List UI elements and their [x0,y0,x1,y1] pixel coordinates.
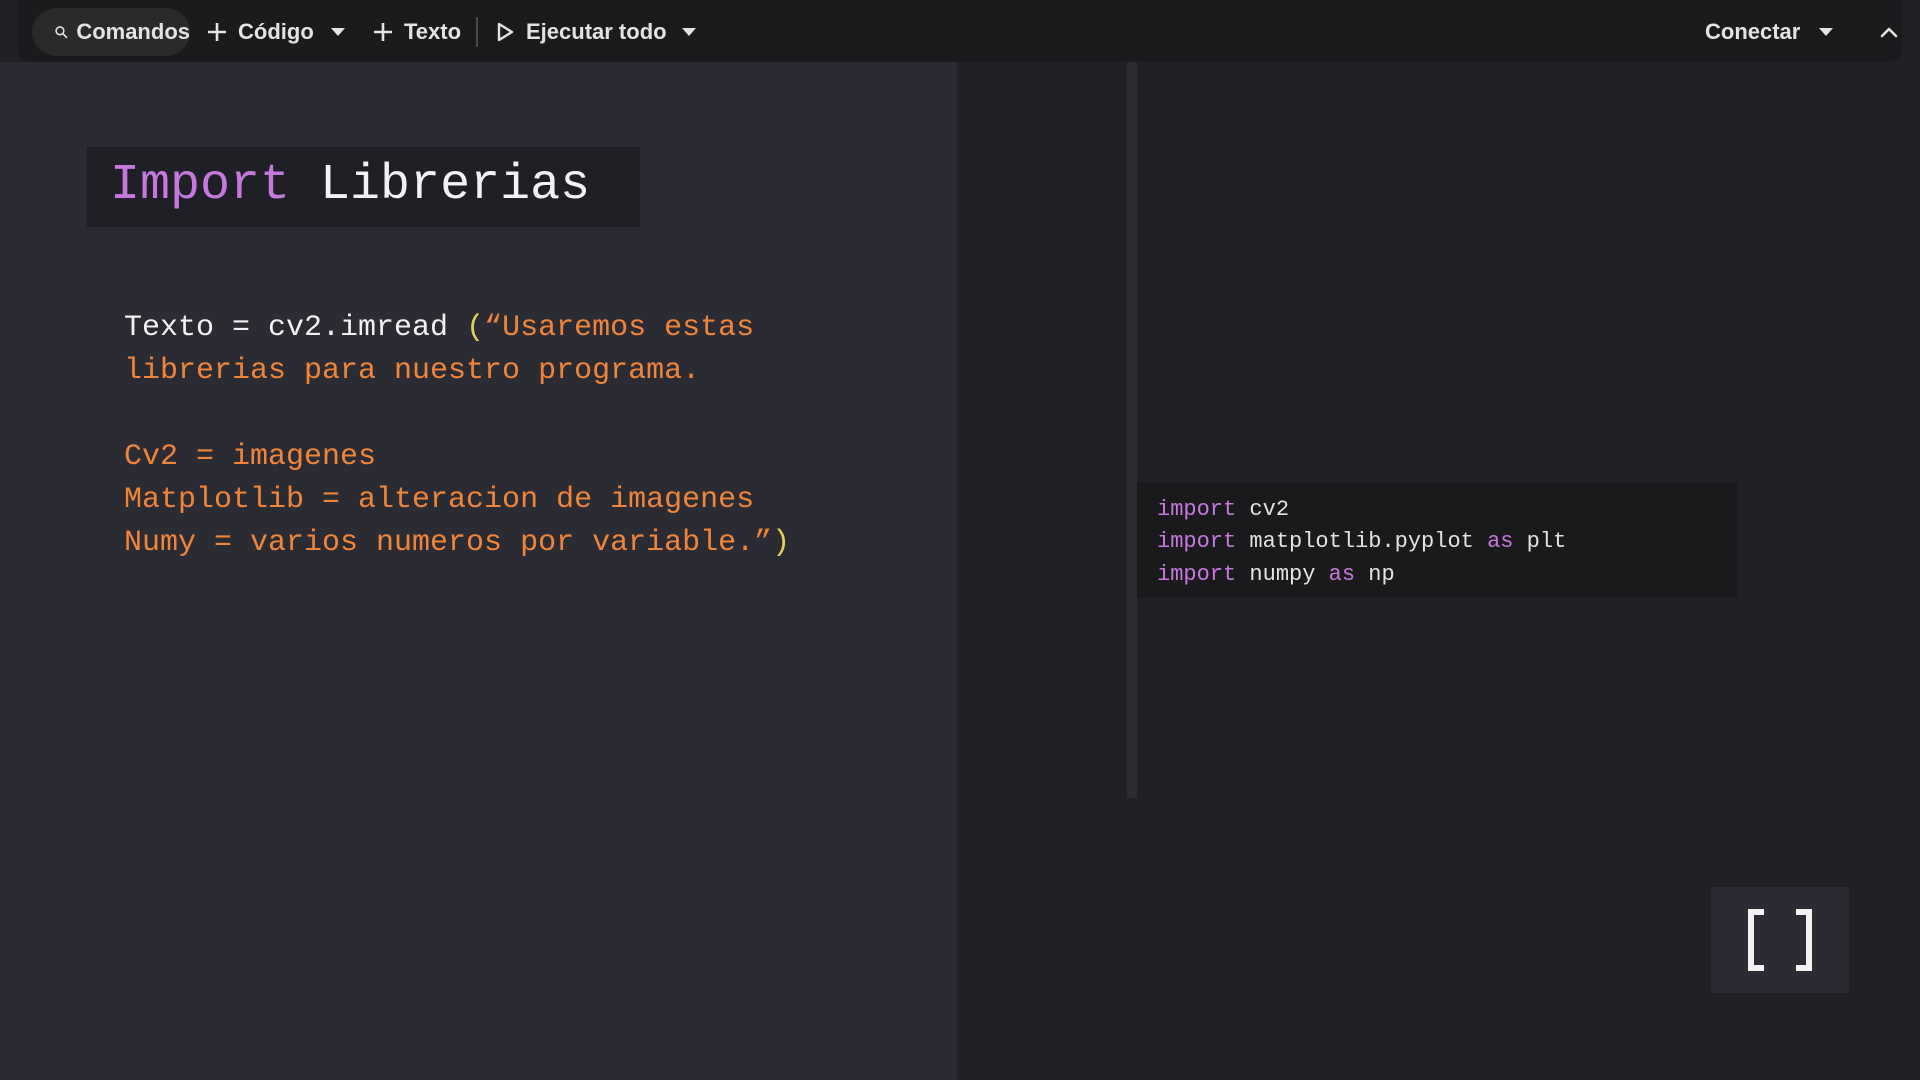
code-text: numpy [1236,562,1329,587]
brackets-icon [1748,909,1812,971]
code-line: import numpy as np [1157,560,1395,590]
run-options-dropdown[interactable] [681,8,697,56]
connect-options-dropdown[interactable] [1818,8,1834,56]
code-keyword: import [1157,497,1237,522]
line3-string: Cv2 = imagenes [124,440,377,474]
code-label: Código [238,19,314,44]
text-label: Texto [404,19,462,44]
line4-string: Matplotlib = alteracion de imagenes [124,483,755,517]
heading-keyword: Import [110,157,291,214]
code-options-dropdown[interactable] [330,8,346,56]
line5-string: Numy = varios numeros por variable.” [124,526,773,560]
code-keyword: import [1157,562,1237,587]
search-icon [55,26,68,39]
line1-assignment: Texto = cv2.imread [124,311,467,345]
play-icon [497,22,514,42]
connect-label: Conectar [1705,19,1801,44]
heading-title: Import Librerias [110,155,590,217]
panel-divider[interactable] [1127,62,1137,798]
code-text: cv2 [1236,497,1290,522]
code-keyword: as [1487,529,1514,554]
heading-rest: Librerias [320,157,591,214]
collapse-toolbar-button[interactable] [1880,8,1898,56]
code-text: plt [1513,529,1567,554]
commands-button[interactable]: Comandos [32,8,190,56]
chevron-down-icon [682,28,696,36]
run-all-button[interactable]: Ejecutar todo [496,8,667,56]
toolbar-divider [476,17,478,47]
commands-label: Comandos [76,19,190,44]
chevron-up-icon [1880,27,1898,38]
chevron-down-icon [331,28,345,36]
line1-string: “Usaremos estas [484,311,755,345]
run-cell-button[interactable] [1711,887,1849,993]
code-line: import matplotlib.pyplot as plt [1157,527,1566,557]
heading-block: Import Librerias [87,147,640,227]
add-code-button[interactable]: Código [206,8,314,56]
line1-paren: ( [466,311,485,345]
code-text: matplotlib.pyplot [1236,529,1488,554]
line2-string: librerias para nuestro programa. [124,354,701,388]
code-keyword: as [1328,562,1356,587]
chevron-down-icon [1819,28,1833,36]
plus-icon [208,23,226,41]
code-text: np [1355,562,1395,587]
plus-icon [374,23,392,41]
line5-paren: ) [772,526,791,560]
code-cell[interactable]: import cv2 import matplotlib.pyplot as p… [1137,482,1737,598]
connect-button[interactable]: Conectar [1705,8,1800,56]
add-text-button[interactable]: Texto [372,8,461,56]
toolbar: Comandos Código Texto Ejecutar todo Cone… [18,0,1902,62]
code-line: import cv2 [1157,495,1289,525]
text-cell-body: Texto = cv2.imread (“Usaremos estas libr… [124,307,790,565]
run-all-label: Ejecutar todo [526,19,667,44]
code-keyword: import [1157,529,1237,554]
